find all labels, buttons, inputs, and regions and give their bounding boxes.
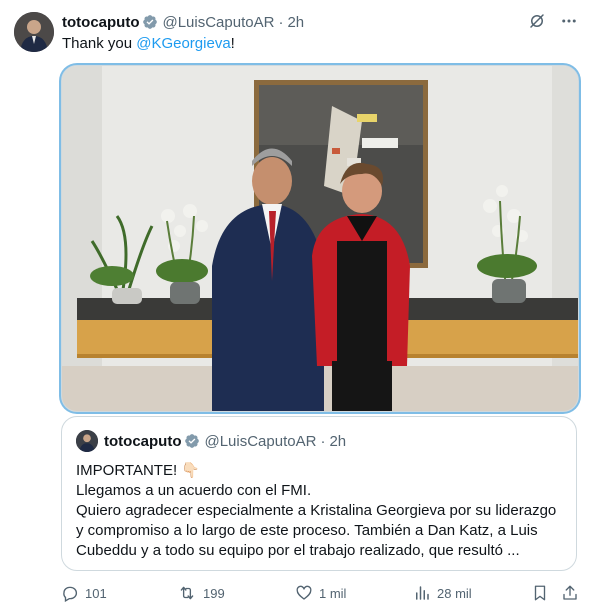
share-button[interactable] (561, 584, 579, 602)
mention-link[interactable]: @KGeorgieva (136, 35, 230, 52)
quoted-line: Cubeddu y a todo su equipo por el trabaj… (76, 542, 520, 559)
quoted-tweet-text: IMPORTANTE! 👇🏻 Llegamos a un acuerdo con… (76, 461, 566, 561)
quoted-handle: @LuisCaputoAR (204, 432, 317, 450)
verified-badge-icon (142, 14, 158, 30)
more-icon[interactable] (560, 12, 578, 30)
share-icon (561, 584, 579, 602)
views-icon (413, 584, 431, 602)
tweet-text-suffix: ! (230, 35, 235, 52)
quoted-display-name: totocaputo (104, 432, 182, 450)
timestamp[interactable]: 2h (287, 14, 304, 31)
tweet-header: totocaputo @LuisCaputoAR · 2h (62, 12, 304, 32)
avatar[interactable] (14, 12, 54, 52)
quoted-avatar (76, 430, 98, 452)
tweet-photo[interactable] (61, 65, 579, 412)
reply-button[interactable]: 101 (61, 584, 107, 602)
like-count: 1 mil (319, 585, 347, 601)
separator: · (278, 13, 284, 31)
display-name[interactable]: totocaputo (62, 14, 139, 31)
views-button[interactable]: 28 mil (413, 584, 472, 602)
like-icon (295, 584, 313, 602)
action-bar: 101 199 1 mil 28 mil (61, 584, 581, 608)
tweet-text-prefix: Thank you (62, 35, 137, 52)
views-count: 28 mil (437, 585, 472, 601)
handle[interactable]: @LuisCaputoAR (162, 14, 274, 31)
top-actions (528, 12, 578, 30)
quoted-tweet-header: totocaputo @LuisCaputoAR · 2h (76, 430, 346, 452)
verified-badge-icon (184, 433, 200, 449)
quoted-line: IMPORTANTE! 👇🏻 (76, 462, 200, 479)
quoted-timestamp: 2h (329, 432, 347, 450)
quoted-separator: · (320, 432, 326, 450)
bookmark-button[interactable] (531, 584, 549, 602)
reply-icon (61, 584, 79, 602)
quoted-line: Llegamos a un acuerdo con el FMI. (76, 482, 312, 499)
reply-count: 101 (85, 585, 107, 601)
quoted-line: y compromiso a lo largo de este proceso.… (76, 522, 538, 539)
grok-icon[interactable] (528, 12, 546, 30)
quoted-line: Quiero agradecer especialmente a Kristal… (76, 502, 557, 519)
bookmark-icon (531, 584, 549, 602)
repost-icon (177, 584, 197, 602)
repost-button[interactable]: 199 (177, 584, 225, 602)
tweet-text: Thank you @KGeorgieva! (62, 35, 235, 52)
repost-count: 199 (203, 585, 225, 601)
like-button[interactable]: 1 mil (295, 584, 346, 602)
quoted-tweet[interactable]: totocaputo @LuisCaputoAR · 2h IMPORTANTE… (61, 416, 577, 571)
